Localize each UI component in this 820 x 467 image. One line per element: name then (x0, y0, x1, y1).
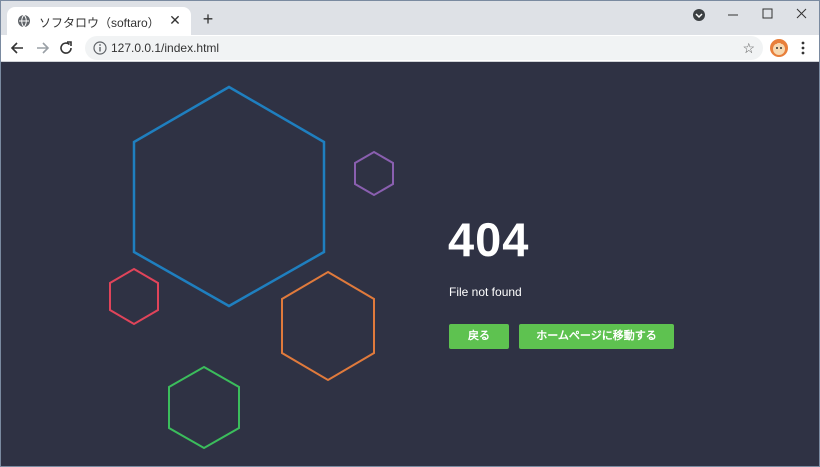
profile-avatar-icon[interactable] (769, 38, 789, 58)
address-bar[interactable]: 127.0.0.1/index.html ☆ (85, 36, 763, 60)
kebab-menu-icon[interactable] (797, 39, 809, 57)
medium-green-hexagon (168, 365, 240, 450)
globe-icon (18, 14, 30, 28)
go-home-button[interactable]: ホームページに移動する (519, 324, 674, 349)
tab-strip: ソフタロウ（softaro） ✕ + (1, 1, 819, 35)
tab-search-icon[interactable] (686, 5, 716, 23)
medium-orange-hexagon (281, 270, 375, 382)
small-purple-hexagon (354, 150, 394, 197)
small-red-hexagon (109, 267, 159, 326)
close-tab-icon[interactable]: ✕ (167, 12, 183, 28)
page-content: 404 File not found 戻る ホームページに移動する (1, 62, 819, 466)
forward-arrow-icon[interactable] (33, 39, 51, 57)
info-icon[interactable] (93, 41, 107, 55)
maximize-icon[interactable] (753, 5, 783, 23)
back-button[interactable]: 戻る (449, 324, 509, 349)
tab-title: ソフタロウ（softaro） (39, 16, 160, 30)
window-close-icon[interactable] (787, 5, 817, 23)
new-tab-button[interactable]: + (199, 10, 217, 28)
back-arrow-icon[interactable] (9, 39, 27, 57)
error-code: 404 (448, 213, 530, 266)
minimize-icon[interactable] (718, 5, 748, 23)
browser-window: ソフタロウ（softaro） ✕ + 127.0.0.1/index.html … (0, 0, 820, 467)
large-blue-hexagon (132, 85, 326, 308)
url-text[interactable]: 127.0.0.1/index.html (111, 41, 219, 55)
hexagon-decorations (109, 85, 394, 450)
star-icon[interactable]: ☆ (742, 40, 755, 57)
error-message: File not found (449, 285, 522, 299)
reload-icon[interactable] (57, 39, 75, 57)
tab-softaro[interactable]: ソフタロウ（softaro） ✕ (7, 7, 191, 35)
browser-toolbar: 127.0.0.1/index.html ☆ (1, 35, 819, 62)
